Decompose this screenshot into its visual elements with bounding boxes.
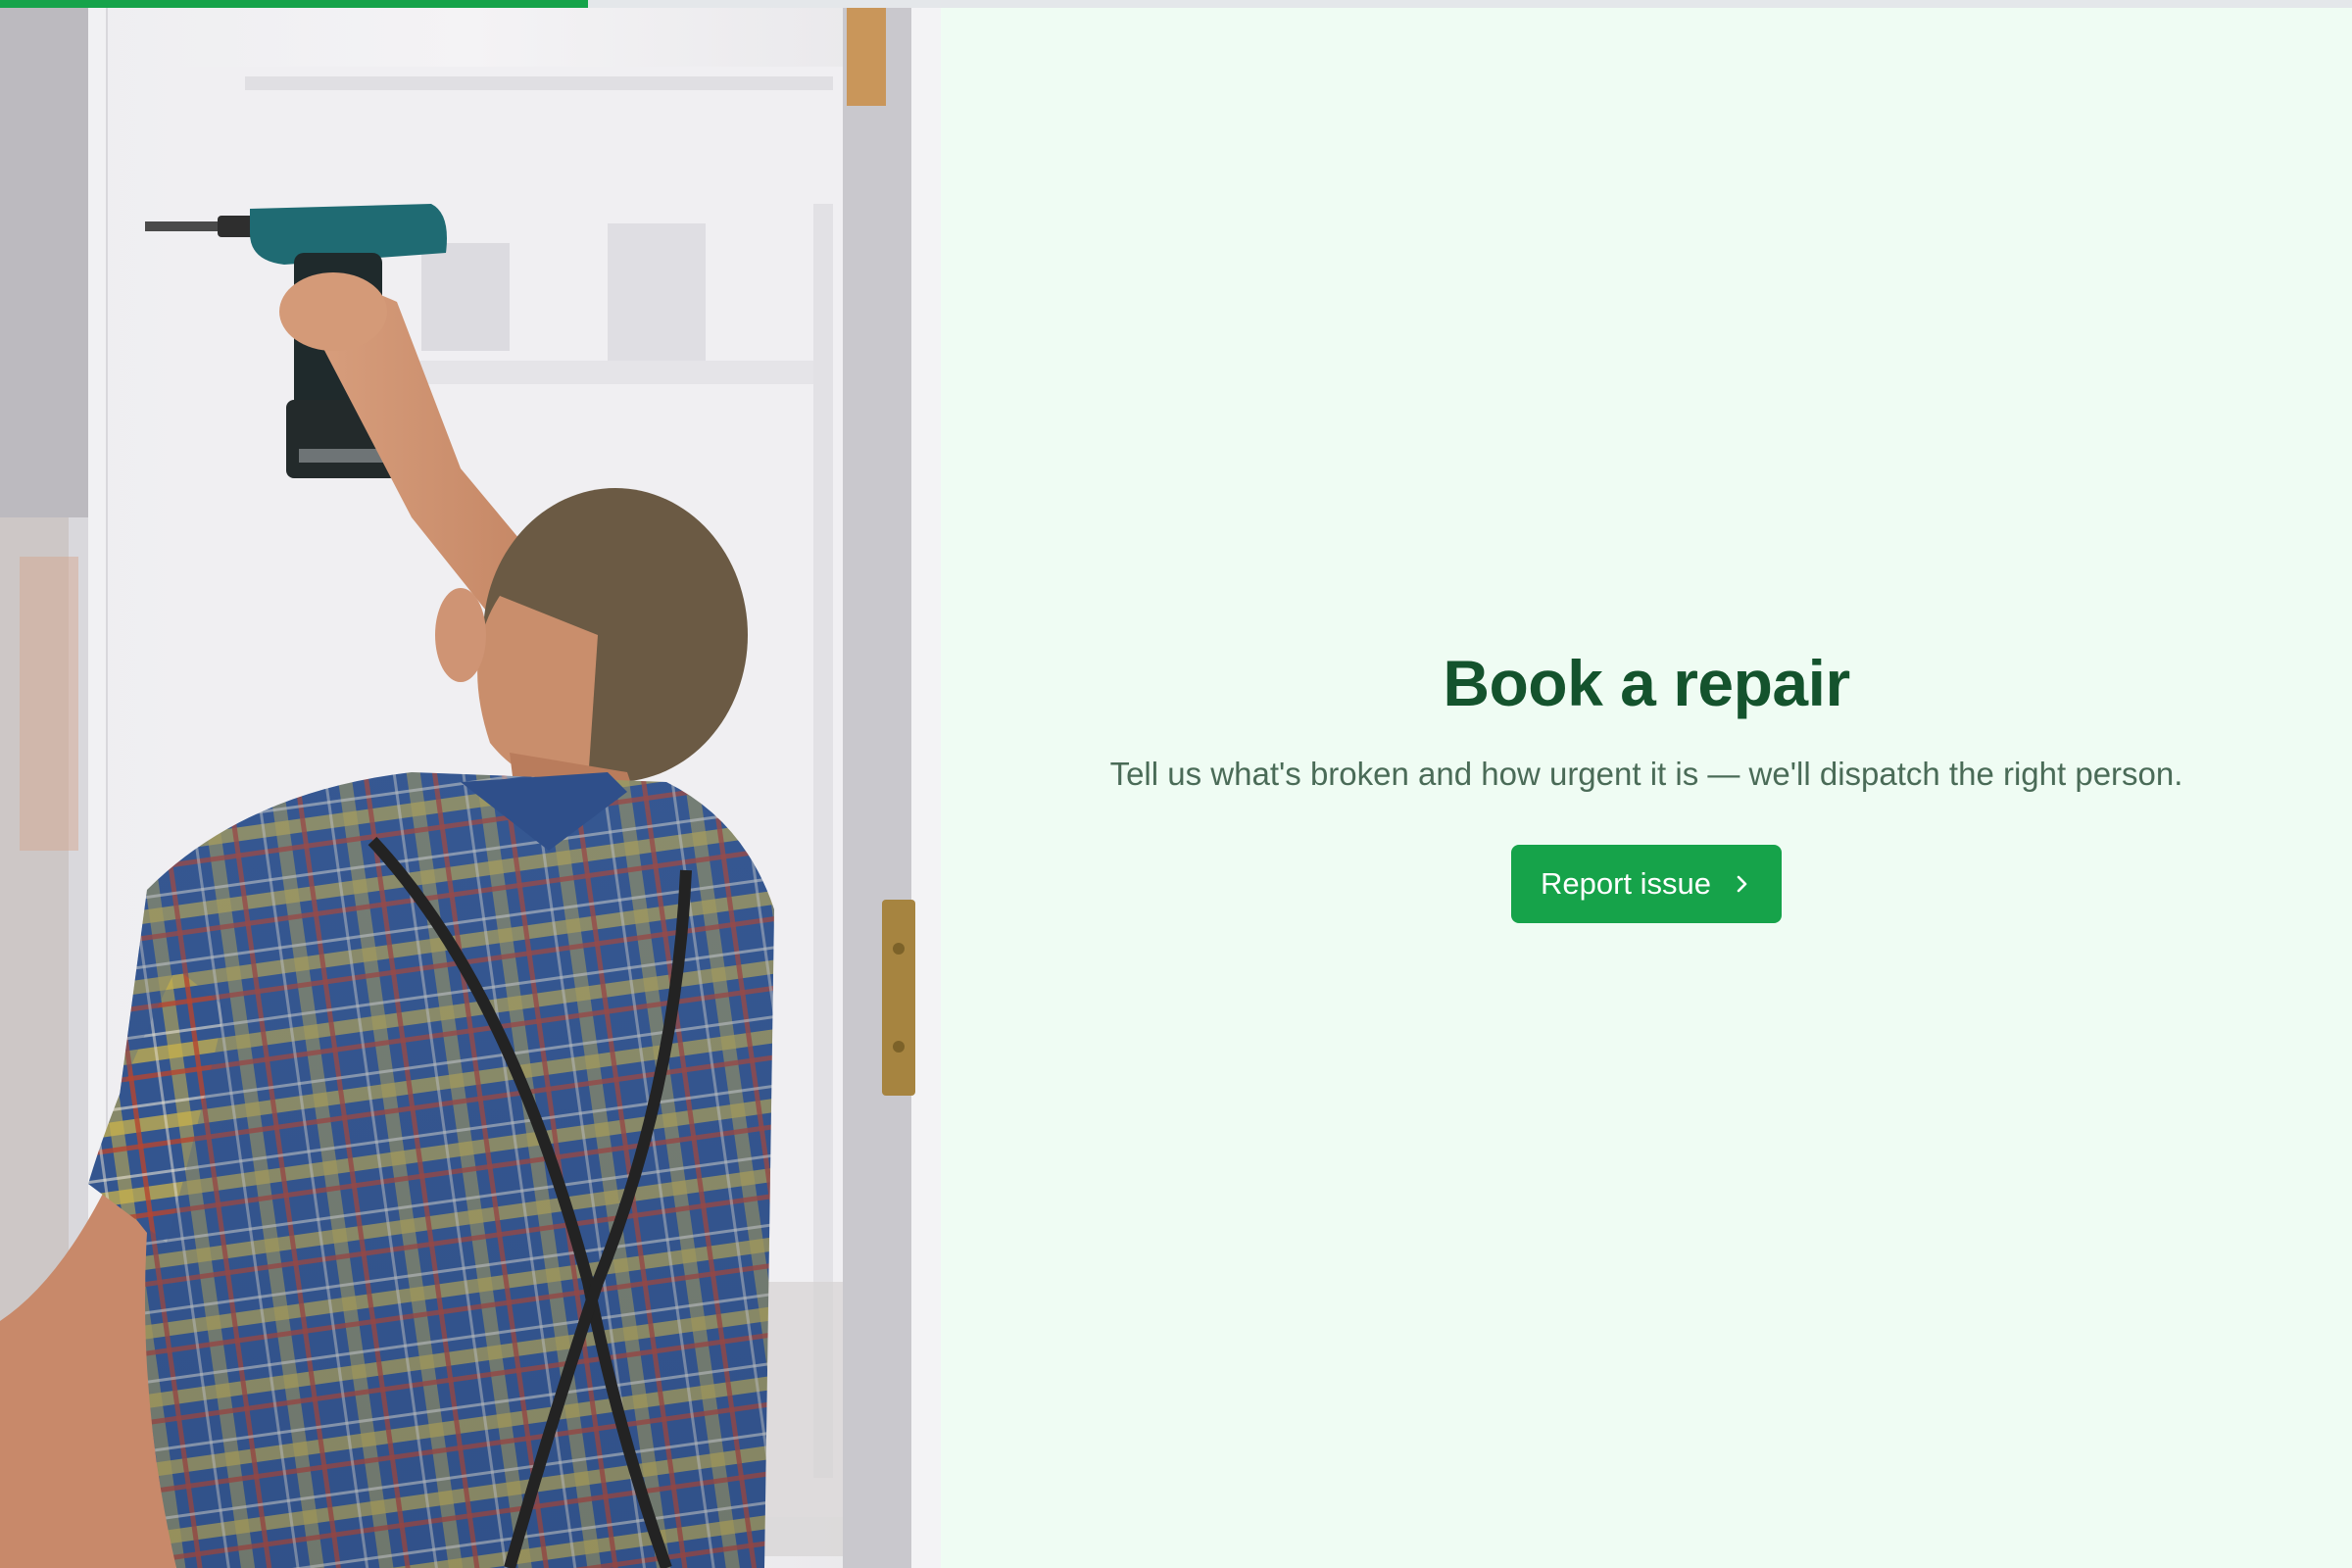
report-issue-label: Report issue [1540, 865, 1712, 901]
progress-bar [0, 0, 2352, 8]
progress-bar-fill [0, 0, 588, 8]
page-title: Book a repair [1443, 647, 1850, 720]
chevron-right-icon [1733, 872, 1752, 896]
content-panel: Book a repair Tell us what's broken and … [941, 8, 2352, 1568]
hero-photo [0, 8, 941, 1568]
report-issue-button[interactable]: Report issue [1511, 844, 1782, 923]
page-subtitle: Tell us what's broken and how urgent it … [1109, 756, 2183, 793]
hero-content: Book a repair Tell us what's broken and … [1109, 647, 2183, 923]
hero-photo-illustration [0, 8, 941, 1568]
